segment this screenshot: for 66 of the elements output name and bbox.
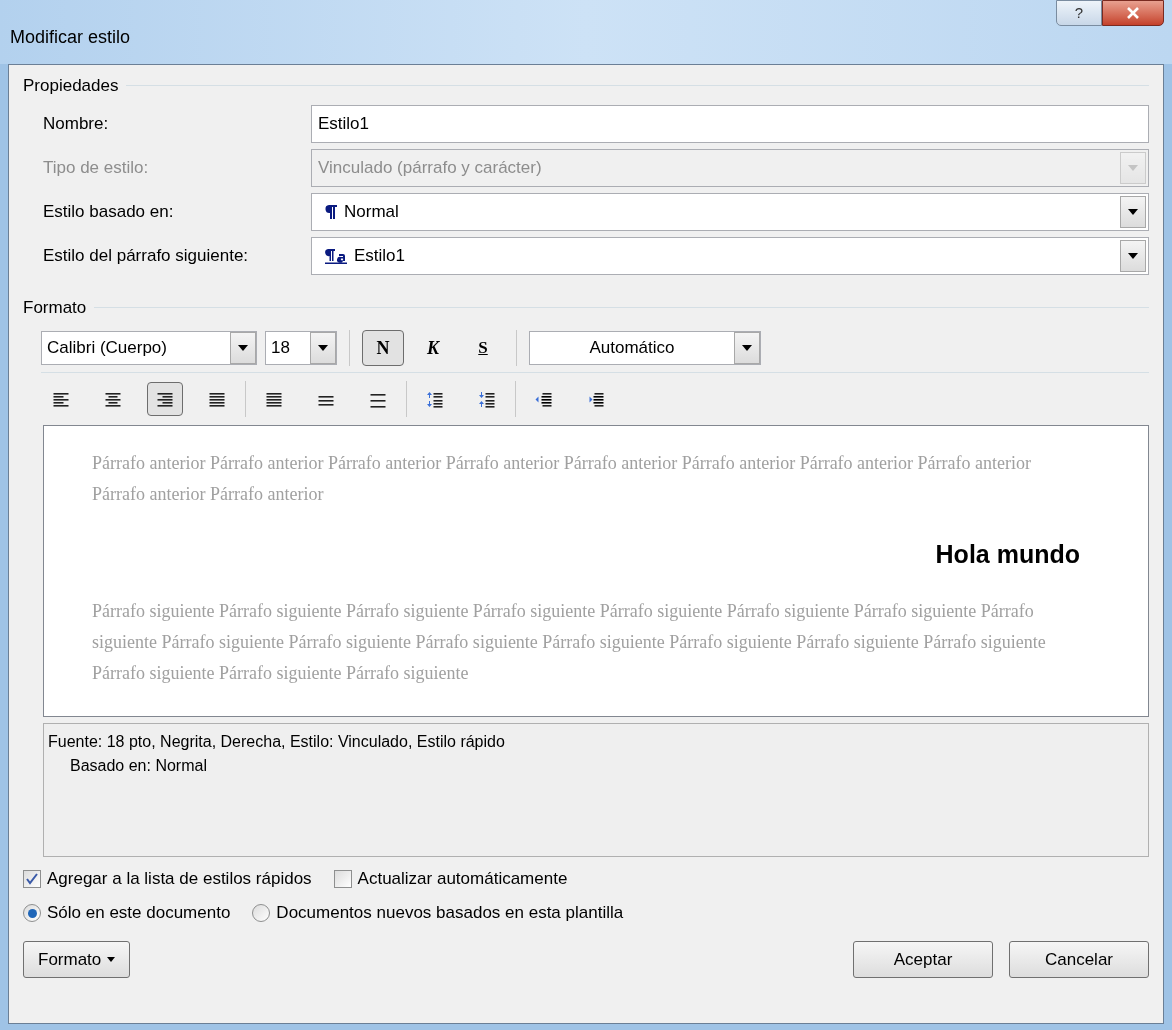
color-dropdown[interactable]: Automático (529, 331, 761, 365)
align-left-icon (52, 390, 70, 408)
justify-icon (208, 390, 226, 408)
following-paragraph-text: Párrafo siguiente Párrafo siguiente Párrafo siguiente Párrafo siguiente Párrafo siguiente Párrafo siguiente Párrafo siguiente Párrafo siguiente Párrafo siguiente Párrafo siguiente Párrafo siguiente Párrafo siguiente Párrafo siguiente Párrafo siguiente Párrafo siguiente Párrafo siguiente Párrafo siguiente Párrafo siguiente (92, 599, 1047, 685)
radio-label: Documentos nuevos basados en esta plantilla (276, 902, 624, 925)
radio-button[interactable] (23, 904, 41, 922)
field-label: Estilo basado en: (43, 200, 175, 223)
checkbox[interactable] (23, 870, 41, 888)
align-right-icon (156, 390, 174, 408)
italic-button[interactable]: K (412, 330, 454, 366)
line-spacing-icon (265, 390, 283, 408)
caret-icon (107, 957, 116, 962)
field-label: Nombre: (43, 112, 110, 135)
indent-icon (535, 390, 553, 408)
format-menu-button[interactable]: Formato (23, 941, 131, 978)
indent-icon (587, 390, 605, 408)
paragraph-format-button[interactable] (147, 382, 183, 416)
sample-text: Hola mundo (934, 539, 1081, 570)
field-label: Estilo del párrafo siguiente: (43, 244, 250, 267)
dialog-button[interactable]: Cancelar (1009, 941, 1149, 978)
dropdown-arrow-button[interactable] (230, 332, 256, 364)
paragraph-spacing-icon (478, 390, 496, 408)
checkmark-icon (26, 873, 38, 885)
pilcrow-icon (324, 203, 338, 220)
description-text: Fuente: 18 pto, Negrita, Derecha, Estilo: Vinculado, Estilo rápido (48, 732, 505, 752)
radio-button[interactable] (252, 904, 271, 922)
caret-icon (238, 345, 248, 351)
caret-icon (1128, 208, 1138, 215)
checkbox-label: Actualizar automáticamente (357, 868, 568, 891)
dropdown-value: Estilo1 (354, 244, 406, 267)
caret-icon (318, 345, 328, 351)
radio-label: Sólo en este documento (47, 902, 231, 925)
size-dropdown[interactable]: 18 (265, 331, 337, 365)
align-center-icon (104, 390, 122, 408)
checkbox-label: Agregar a la lista de estilos rápidos (47, 868, 312, 891)
checkbox[interactable] (333, 870, 352, 888)
linked-style-icon (324, 247, 348, 264)
caret-icon (1128, 252, 1138, 259)
font-dropdown[interactable]: Calibri (Cuerpo) (41, 331, 257, 365)
caret-icon (1128, 164, 1138, 171)
dropdown-arrow-button[interactable] (734, 332, 760, 364)
caret-icon (742, 345, 752, 351)
dialog-button[interactable]: Aceptar (853, 941, 993, 978)
help-button[interactable]: ? (1056, 0, 1102, 26)
close-icon (1126, 7, 1140, 19)
style-dropdown[interactable]: Normal (311, 192, 1149, 231)
name-field[interactable]: Estilo1 (311, 104, 1149, 143)
close-button[interactable] (1102, 0, 1164, 26)
field-label: Tipo de estilo: (43, 156, 150, 179)
dropdown-value: Calibri (Cuerpo) (46, 337, 168, 360)
bold-button[interactable]: N (362, 330, 404, 366)
dropdown-value: Vinculado (párrafo y carácter) (318, 156, 542, 179)
previous-paragraph-text: Párrafo anterior Párrafo anterior Párrafo anterior Párrafo anterior Párrafo anterior Párrafo anterior Párrafo anterior Párrafo anterior Párrafo anterior Párrafo anterior (92, 452, 1033, 506)
dropdown-arrow-button[interactable] (1120, 195, 1146, 228)
dropdown-value: Automático (588, 337, 676, 360)
underline-button[interactable]: S (462, 330, 504, 366)
section-heading: Propiedades (23, 75, 119, 97)
dropdown-value: Normal (344, 200, 399, 223)
section-heading: Formato (23, 296, 87, 319)
dropdown-value: 18 (270, 337, 291, 360)
paragraph-spacing-icon (426, 390, 444, 408)
dropdown-arrow-button[interactable] (1120, 239, 1146, 272)
window-title: Modificar estilo (10, 26, 131, 49)
style-dropdown[interactable]: Estilo1 (311, 236, 1149, 275)
description-text: Basado en: Normal (70, 756, 207, 776)
dropdown-arrow-button[interactable] (310, 332, 336, 364)
